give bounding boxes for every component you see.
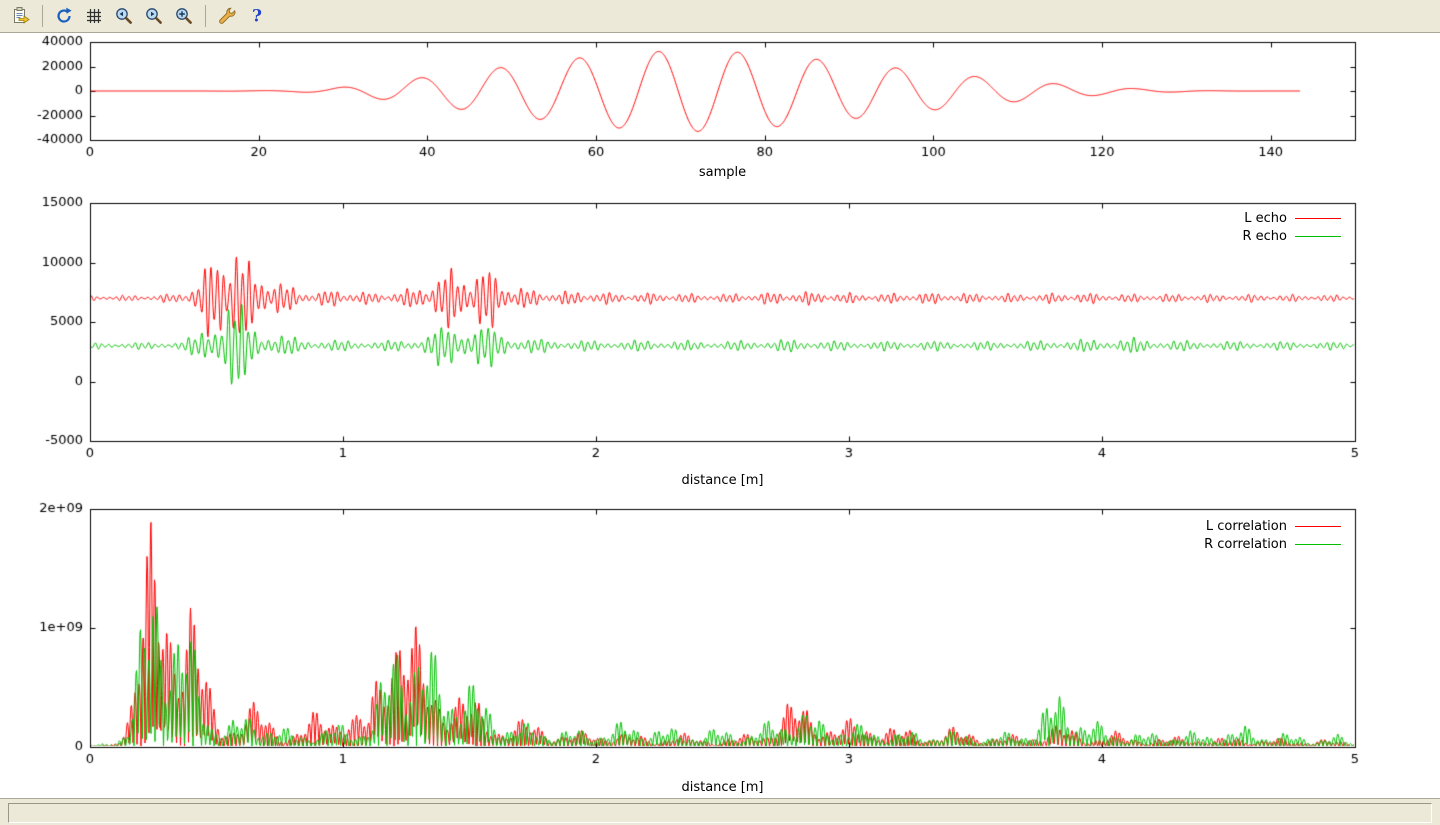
charts-canvas[interactable]: [0, 33, 1440, 798]
replot-button[interactable]: [50, 3, 78, 29]
help-button[interactable]: ?: [243, 3, 271, 29]
copy-clipboard-button[interactable]: [7, 3, 35, 29]
svg-text:?: ?: [252, 7, 262, 27]
autoscale-button[interactable]: [170, 3, 198, 29]
replot-icon: [54, 6, 74, 26]
status-text: [8, 803, 1432, 823]
configure-button[interactable]: [213, 3, 241, 29]
toggle-grid-button[interactable]: [80, 3, 108, 29]
grid-icon: [84, 6, 104, 26]
toolbar-separator: [42, 5, 43, 27]
status-bar: [0, 798, 1440, 825]
wrench-icon: [217, 6, 237, 26]
autoscale-icon: [174, 6, 194, 26]
zoom-next-button[interactable]: [140, 3, 168, 29]
zoom-previous-icon: [114, 6, 134, 26]
clipboard-icon: [11, 6, 31, 26]
toolbar: ?: [0, 0, 1440, 33]
toolbar-separator: [205, 5, 206, 27]
zoom-next-icon: [144, 6, 164, 26]
help-icon: ?: [247, 6, 267, 26]
zoom-previous-button[interactable]: [110, 3, 138, 29]
plot-area: sample distance [m] distance [m] L echo …: [0, 33, 1440, 798]
gnuplot-window: ? sample distance [m] distance [m] L ech…: [0, 0, 1440, 825]
